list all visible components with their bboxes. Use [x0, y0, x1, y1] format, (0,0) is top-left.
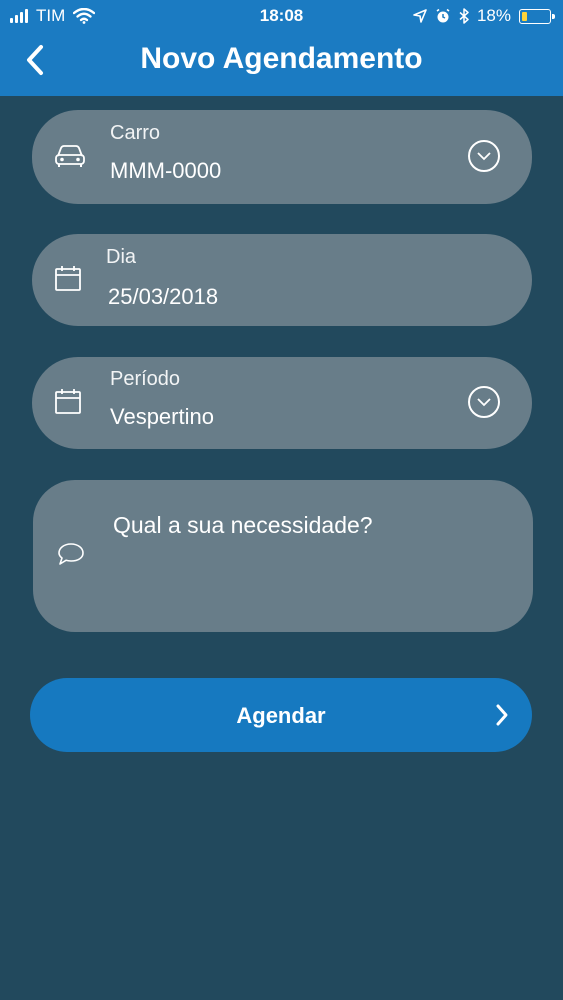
- chat-bubble-icon: [58, 543, 84, 565]
- date-value: 25/03/2018: [108, 284, 219, 309]
- date-field[interactable]: Dia 25/03/2018: [32, 234, 532, 326]
- bluetooth-icon: [459, 8, 469, 24]
- battery-icon: [519, 8, 555, 24]
- calendar-icon: [55, 389, 81, 414]
- status-bar: TIM 18:08 18%: [0, 0, 563, 32]
- need-placeholder: Qual a sua necessidade?: [113, 512, 373, 538]
- battery-percent: 18%: [476, 6, 511, 25]
- status-right: 18%: [413, 6, 555, 26]
- car-label: Carro: [110, 122, 161, 144]
- chevron-right-icon: [496, 704, 508, 726]
- date-label: Dia: [106, 246, 137, 268]
- chevron-down-circle-icon[interactable]: [468, 386, 500, 418]
- car-value: MMM-0000: [110, 158, 222, 183]
- calendar-icon: [55, 266, 81, 291]
- chevron-down-circle-icon[interactable]: [468, 140, 500, 172]
- period-select-field[interactable]: Período Vespertino: [32, 357, 532, 449]
- schedule-button[interactable]: Agendar: [30, 678, 532, 752]
- need-textarea[interactable]: Qual a sua necessidade?: [33, 480, 533, 632]
- battery-level: [522, 11, 527, 21]
- alarm-icon: [436, 8, 450, 23]
- car-select-field[interactable]: Carro MMM-0000: [32, 110, 532, 204]
- period-label: Período: [110, 368, 181, 390]
- app-header: TIM 18:08 18% Novo Agendamento: [0, 0, 563, 96]
- location-icon: [413, 9, 427, 23]
- period-value: Vespertino: [110, 404, 214, 429]
- schedule-button-label: Agendar: [236, 703, 326, 728]
- car-icon: [55, 145, 85, 167]
- page-title: Novo Agendamento: [140, 42, 423, 75]
